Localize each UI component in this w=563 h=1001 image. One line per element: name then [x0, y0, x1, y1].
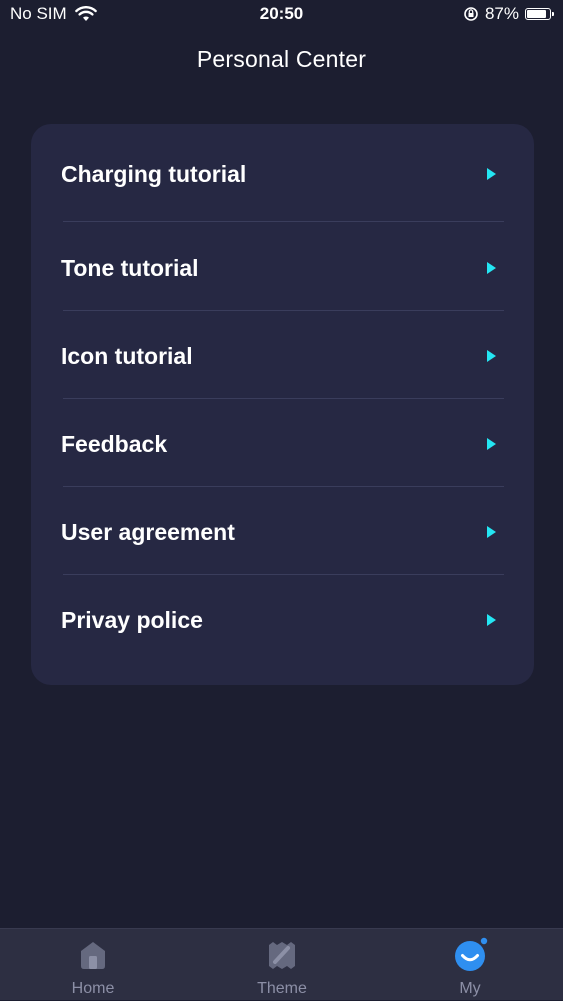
menu-item-label: Feedback [61, 430, 168, 457]
divider [63, 221, 504, 222]
tab-label: Theme [257, 980, 307, 997]
menu-item-charging-tutorial[interactable]: Charging tutorial [61, 155, 504, 193]
menu-item-feedback[interactable]: Feedback [61, 425, 504, 463]
status-right: 87% [463, 4, 554, 24]
chevron-right-icon [487, 526, 496, 538]
divider [63, 486, 504, 487]
menu-item-label: User agreement [61, 518, 235, 545]
battery-percent: 87% [484, 4, 519, 23]
tab-home[interactable]: Home [33, 929, 153, 1001]
menu-item-user-agreement[interactable]: User agreement [61, 513, 504, 551]
home-icon [81, 942, 105, 969]
battery-icon [525, 8, 554, 20]
chevron-right-icon [487, 614, 496, 626]
tab-label: Home [71, 980, 115, 997]
menu-card: Charging tutorial Tone tutorial Icon tut… [31, 124, 534, 685]
menu-item-label: Tone tutorial [61, 254, 199, 281]
menu-item-privacy-policy[interactable]: Privay police [61, 601, 504, 639]
divider [63, 574, 504, 575]
tab-my[interactable]: My [410, 929, 530, 1001]
theme-icon [269, 942, 295, 969]
menu-item-label: Charging tutorial [61, 160, 247, 187]
divider [63, 398, 504, 399]
tab-theme[interactable]: Theme [222, 929, 342, 1001]
menu-item-tone-tutorial[interactable]: Tone tutorial [61, 249, 504, 287]
menu-item-label: Privay police [61, 606, 203, 633]
tab-bar: Home Theme My [0, 928, 563, 1000]
orientation-lock-icon [464, 7, 478, 21]
divider [63, 310, 504, 311]
menu-item-icon-tutorial[interactable]: Icon tutorial [61, 337, 504, 375]
tab-label: My [459, 980, 481, 997]
status-bar: No SIM 20:50 87% [0, 0, 563, 28]
battery-level-fill [527, 10, 547, 18]
menu-item-label: Icon tutorial [61, 342, 193, 369]
my-icon [455, 937, 488, 971]
chevron-right-icon [487, 168, 496, 180]
page-title: Personal Center [196, 46, 367, 72]
chevron-right-icon [487, 262, 496, 274]
chevron-right-icon [487, 438, 496, 450]
chevron-right-icon [487, 350, 496, 362]
